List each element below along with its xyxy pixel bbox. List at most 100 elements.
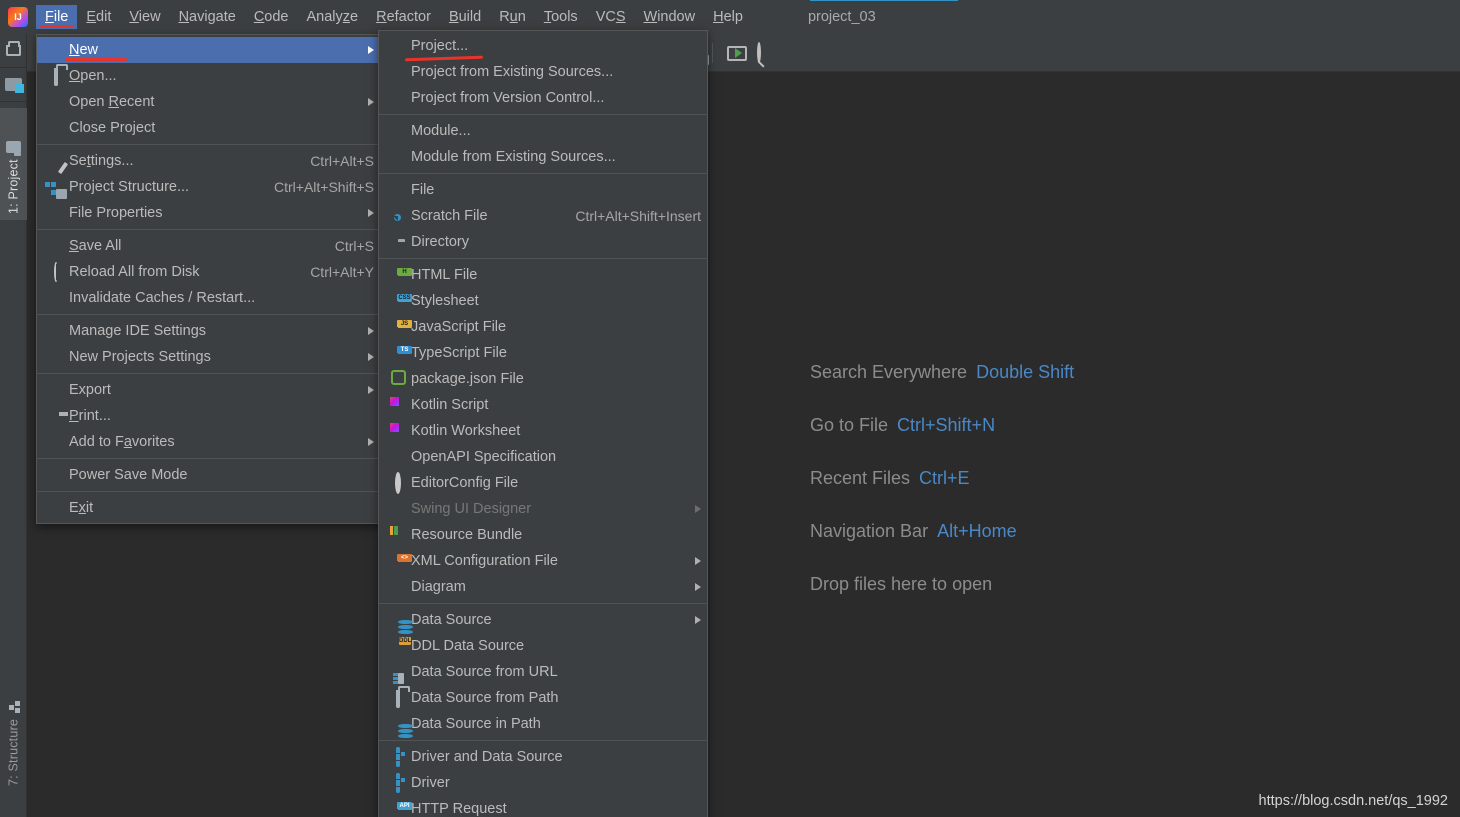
menu-item-add-to-favorites[interactable]: Add to Favorites [37, 429, 380, 455]
menubar-item-view[interactable]: View [120, 5, 169, 29]
menubar-item-analyze[interactable]: Analyze [298, 5, 368, 29]
menu-item-manage-ide-settings[interactable]: Manage IDE Settings [37, 318, 380, 344]
menu-item-power-save-mode[interactable]: Power Save Mode [37, 462, 380, 488]
menu-item-shortcut: Ctrl+Alt+S [310, 153, 374, 169]
sidebar-item-structure-label: 7: Structure [6, 718, 21, 786]
menu-item-html-file[interactable]: H HTML File [379, 262, 707, 288]
menubar-item-tools[interactable]: Tools [535, 5, 587, 29]
menu-item-module[interactable]: Module... [379, 118, 707, 144]
menubar-item-code[interactable]: Code [245, 5, 298, 29]
left-tool-window-stripe: 1: Project 7: Structure es [0, 34, 27, 817]
folder-open-icon [396, 690, 400, 708]
sidebar-item-project-label: 1: Project [6, 159, 21, 214]
menu-item-project-structure[interactable]: Project Structure... Ctrl+Alt+Shift+S [37, 174, 380, 200]
menu-item-invalidate-caches-restart[interactable]: Invalidate Caches / Restart... [37, 285, 380, 311]
menu-item-label: Project Structure... [69, 179, 190, 195]
menubar-item-run[interactable]: Run [490, 5, 535, 29]
open-folder-icon[interactable] [0, 34, 27, 68]
menu-item-openapi-specification[interactable]: OpenAPI Specification [379, 444, 707, 470]
menu-item-module-from-existing-sources[interactable]: Module from Existing Sources... [379, 144, 707, 170]
menu-item-shortcut: Ctrl+Alt+Y [310, 264, 374, 280]
menu-item-driver[interactable]: Driver [379, 770, 707, 796]
menu-item-open[interactable]: Open... [37, 63, 380, 89]
menu-item-ddl-data-source[interactable]: DDL DDL Data Source [379, 633, 707, 659]
menu-item-data-source-in-path[interactable]: Data Source in Path [379, 711, 707, 738]
menu-item-directory[interactable]: Directory [379, 229, 707, 255]
menubar-item-file[interactable]: File [36, 5, 78, 29]
menubar-item-help[interactable]: Help [704, 5, 752, 29]
menu-item-label: Stylesheet [411, 293, 479, 309]
menu-separator [37, 491, 380, 492]
menu-item-data-source[interactable]: Data Source [379, 607, 707, 634]
menu-item-stylesheet[interactable]: CSS Stylesheet [379, 288, 707, 314]
submenu-arrow-icon [695, 505, 701, 513]
menu-item-print[interactable]: Print... [37, 403, 380, 429]
menu-item-editorconfig-file[interactable]: EditorConfig File [379, 470, 707, 496]
menubar-item-edit[interactable]: Edit [77, 5, 120, 29]
menu-item-label: Data Source from Path [411, 690, 559, 706]
menu-item-file[interactable]: File [379, 177, 707, 203]
menu-item-label: Open Recent [69, 94, 155, 110]
menu-item-typescript-file[interactable]: TS TypeScript File [379, 340, 707, 366]
menu-item-label: Diagram [411, 579, 466, 595]
menu-separator [379, 740, 707, 741]
menu-item-package-json-file[interactable]: package.json File [379, 366, 707, 392]
menu-item-label: OpenAPI Specification [411, 449, 557, 465]
sidebar-item-structure[interactable]: 7: Structure [0, 666, 27, 792]
menu-item-kotlin-worksheet[interactable]: Kotlin Worksheet [379, 418, 707, 444]
menu-item-kotlin-script[interactable]: Kotlin Script [379, 392, 707, 418]
menu-item-data-source-from-url[interactable]: Data Source from URL [379, 659, 707, 685]
menu-item-project-from-existing-sources[interactable]: Project from Existing Sources... [379, 59, 707, 85]
menu-item-save-all[interactable]: Save All Ctrl+S [37, 233, 380, 259]
menu-item-new-projects-settings[interactable]: New Projects Settings [37, 344, 380, 370]
menubar-item-navigate[interactable]: Navigate [170, 5, 245, 29]
search-icon[interactable] [757, 42, 761, 63]
project-folder-icon[interactable] [0, 68, 27, 102]
menu-item-project[interactable]: Project... [379, 33, 707, 62]
shortcut-hints: Search Everywhere Double Shift Go to File C… [810, 362, 1370, 627]
menu-item-icon-slot [387, 472, 409, 494]
menubar-item-window[interactable]: Window [635, 5, 705, 29]
reload-icon [54, 262, 58, 282]
menu-separator [37, 229, 380, 230]
menubar-item-build[interactable]: Build [440, 5, 490, 29]
new-submenu-popup[interactable]: Project... Project from Existing Sources.… [378, 30, 708, 817]
menu-item-swing-ui-designer: Swing UI Designer [379, 496, 707, 522]
menu-item-label: Project from Existing Sources... [411, 64, 614, 80]
menu-item-diagram[interactable]: Diagram [379, 574, 707, 600]
menu-item-label: HTTP Request [411, 801, 507, 817]
menubar-item-refactor[interactable]: Refactor [367, 5, 440, 29]
menu-item-close-project[interactable]: Close Project [37, 115, 380, 141]
run-configuration-icon[interactable] [727, 45, 747, 61]
menu-item-project-from-version-control[interactable]: Project from Version Control... [379, 85, 707, 111]
menu-item-label: Open... [69, 68, 117, 84]
watermark-url: https://blog.csdn.net/qs_1992 [1258, 793, 1448, 809]
menu-item-data-source-from-path[interactable]: Data Source from Path [379, 685, 707, 711]
menu-item-label: Data Source [411, 612, 492, 628]
menu-item-driver-and-data-source[interactable]: Driver and Data Source [379, 744, 707, 770]
file-menu-popup[interactable]: New Open... Open Recent Close Project Settin… [36, 34, 381, 524]
menu-item-export[interactable]: Export [37, 377, 380, 403]
menu-item-http-request[interactable]: API HTTP Request [379, 796, 707, 817]
menu-item-new[interactable]: New [37, 37, 380, 63]
menu-item-resource-bundle[interactable]: Resource Bundle [379, 522, 707, 548]
menu-item-reload-all-from-disk[interactable]: Reload All from Disk Ctrl+Alt+Y [37, 259, 380, 285]
menu-item-open-recent[interactable]: Open Recent [37, 89, 380, 115]
menu-item-xml-configuration-file[interactable]: <> XML Configuration File [379, 548, 707, 574]
menu-item-icon-slot [387, 690, 409, 708]
menu-item-javascript-file[interactable]: JS JavaScript File [379, 314, 707, 340]
submenu-arrow-icon [695, 583, 701, 591]
gear-icon [395, 472, 401, 494]
menubar-item-vcs[interactable]: VCS [587, 5, 635, 29]
sidebar-item-favorites[interactable]: es [0, 804, 27, 817]
menu-item-settings[interactable]: Settings... Ctrl+Alt+S [37, 148, 380, 174]
menu-item-exit[interactable]: Exit [37, 495, 380, 521]
hint-label: Go to File [810, 415, 889, 435]
menu-item-file-properties[interactable]: File Properties [37, 200, 380, 226]
menu-item-scratch-file[interactable]: Scratch File Ctrl+Alt+Shift+Insert [379, 203, 707, 229]
annotation-underline [40, 25, 74, 28]
sidebar-item-project[interactable]: 1: Project [0, 108, 27, 220]
menu-item-label: Driver [411, 775, 450, 791]
toolbar-divider [712, 43, 713, 63]
hint-row: Go to File Ctrl+Shift+N [810, 415, 1370, 436]
